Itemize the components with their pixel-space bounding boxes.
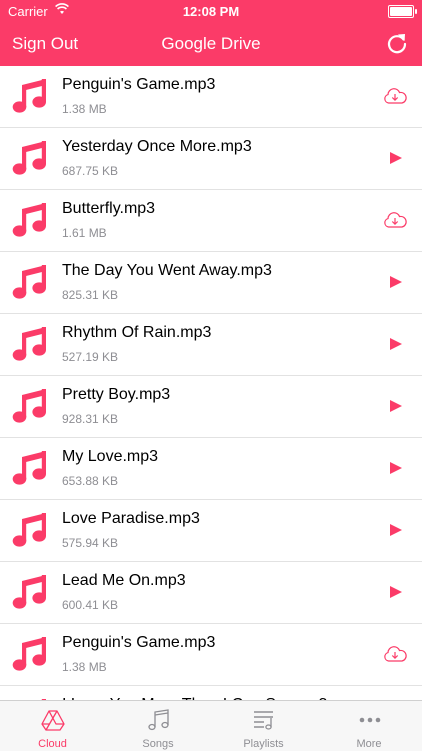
file-size: 1.61 MB: [62, 226, 107, 240]
cloud-download-icon[interactable]: [382, 644, 408, 664]
music-note-icon: [12, 389, 46, 423]
tab-label: Songs: [142, 738, 174, 750]
file-size: 600.41 KB: [62, 598, 119, 612]
music-note-icon: [12, 513, 46, 547]
music-note-icon: [12, 141, 46, 175]
file-name: Rhythm Of Rain.mp3: [62, 324, 212, 341]
header: Carrier 12:08 PM Sign Out Google Drive: [0, 0, 422, 66]
refresh-icon[interactable]: [384, 31, 410, 57]
play-icon[interactable]: [382, 458, 408, 478]
file-size: 1.38 MB: [62, 102, 107, 116]
file-name: Penguin's Game.mp3: [62, 634, 216, 651]
file-name: Lead Me On.mp3: [62, 572, 186, 589]
file-name: The Day You Went Away.mp3: [62, 262, 272, 279]
music-note-icon: [147, 709, 169, 731]
music-note-icon: [12, 203, 46, 237]
play-icon[interactable]: [382, 148, 408, 168]
file-size: 687.75 KB: [62, 164, 119, 178]
cloud-download-icon[interactable]: [382, 86, 408, 106]
file-name: Yesterday Once More.mp3: [62, 138, 252, 155]
list-item[interactable]: I Love You More Than I Can Say.mp3: [0, 686, 422, 700]
list-item[interactable]: Yesterday Once More.mp3 687.75 KB: [0, 128, 422, 190]
file-name: Love Paradise.mp3: [62, 510, 200, 527]
tab-label: Cloud: [38, 738, 67, 750]
music-note-icon: [12, 265, 46, 299]
tab-playlists[interactable]: Playlists: [211, 701, 316, 751]
list-item[interactable]: Penguin's Game.mp3 1.38 MB: [0, 66, 422, 128]
play-icon[interactable]: [382, 582, 408, 602]
battery-icon: [388, 5, 417, 18]
file-name: My Love.mp3: [62, 448, 159, 465]
music-note-icon: [12, 327, 46, 361]
play-icon[interactable]: [382, 334, 408, 354]
status-bar: Carrier 12:08 PM: [0, 0, 422, 22]
file-size: 1.38 MB: [62, 660, 107, 674]
cloud-download-icon[interactable]: [382, 210, 408, 230]
file-size: 527.19 KB: [62, 350, 119, 364]
play-icon[interactable]: [382, 272, 408, 292]
file-name: Penguin's Game.mp3: [62, 76, 216, 93]
tab-label: More: [356, 738, 382, 750]
file-list[interactable]: Penguin's Game.mp3 1.38 MB Yesterday Once …: [0, 66, 422, 700]
music-note-icon: [12, 451, 46, 485]
tab-more[interactable]: More: [317, 701, 422, 751]
list-item[interactable]: Penguin's Game.mp3 1.38 MB: [0, 624, 422, 686]
file-name: Pretty Boy.mp3: [62, 386, 171, 403]
list-item[interactable]: Rhythm Of Rain.mp3 527.19 KB: [0, 314, 422, 376]
play-icon[interactable]: [382, 520, 408, 540]
tab-cloud[interactable]: Cloud: [0, 701, 105, 751]
drive-icon: [41, 710, 65, 731]
file-size: 575.94 KB: [62, 536, 119, 550]
music-note-icon: [12, 637, 46, 671]
file-size: 653.88 KB: [62, 474, 119, 488]
music-note-icon: [12, 575, 46, 609]
list-item[interactable]: The Day You Went Away.mp3 825.31 KB: [0, 252, 422, 314]
list-item[interactable]: My Love.mp3 653.88 KB: [0, 438, 422, 500]
play-icon[interactable]: [382, 396, 408, 416]
list-item[interactable]: Love Paradise.mp3 575.94 KB: [0, 500, 422, 562]
tab-label: Playlists: [243, 738, 284, 750]
playlist-icon: [254, 711, 273, 730]
list-item[interactable]: Lead Me On.mp3 600.41 KB: [0, 562, 422, 624]
file-size: 825.31 KB: [62, 288, 119, 302]
tab-bar: Cloud Songs Playlists More: [0, 700, 422, 751]
more-icon: [359, 717, 380, 723]
file-size: 928.31 KB: [62, 412, 119, 426]
sign-out-button[interactable]: Sign Out: [12, 34, 78, 54]
list-item[interactable]: Butterfly.mp3 1.61 MB: [0, 190, 422, 252]
file-name: Butterfly.mp3: [62, 200, 156, 217]
list-item[interactable]: Pretty Boy.mp3 928.31 KB: [0, 376, 422, 438]
status-time: 12:08 PM: [182, 4, 240, 19]
tab-songs[interactable]: Songs: [106, 701, 211, 751]
music-note-icon: [12, 79, 46, 113]
